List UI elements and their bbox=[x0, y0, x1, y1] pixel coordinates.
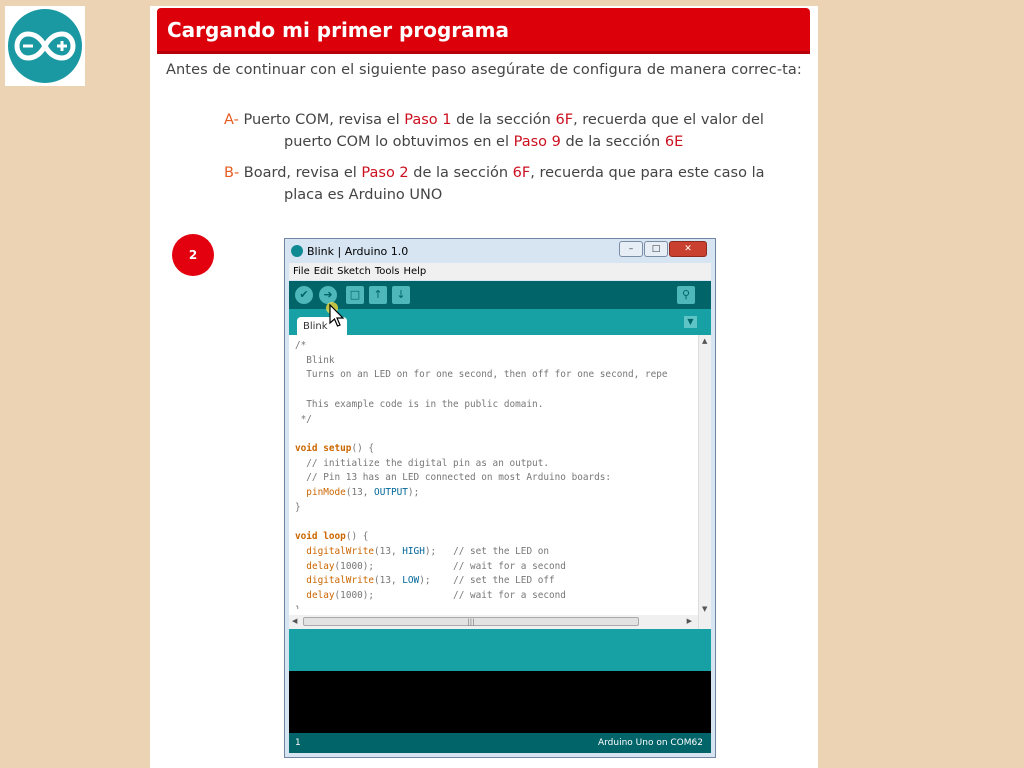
cursor-icon bbox=[326, 302, 345, 327]
close-button[interactable]: ✕ bbox=[669, 241, 707, 257]
scroll-left-icon[interactable]: ◀ bbox=[292, 617, 297, 625]
item-line-2: puerto COM lo obtuvimos en el Paso 9 de … bbox=[224, 131, 806, 153]
maximize-button[interactable]: □ bbox=[644, 241, 668, 257]
open-icon[interactable]: ↑ bbox=[369, 286, 387, 304]
window-title-text: Blink | Arduino 1.0 bbox=[307, 245, 409, 258]
intro-text: Antes de continuar con el siguiente paso… bbox=[166, 62, 802, 78]
item-highlight: 6E bbox=[664, 134, 684, 150]
item-text: de la sección bbox=[408, 165, 513, 181]
instruction-item-a: A- Puerto COM, revisa el Paso 1 de la se… bbox=[224, 109, 806, 153]
item-letter: A- bbox=[224, 112, 239, 128]
save-icon[interactable]: ↓ bbox=[392, 286, 410, 304]
step-number-badge: 2 bbox=[172, 234, 214, 276]
arduino-logo-icon bbox=[14, 31, 76, 61]
window-controls: – □ ✕ bbox=[618, 241, 707, 257]
tab-menu-icon[interactable]: ▼ bbox=[684, 316, 697, 328]
horizontal-scroll-thumb[interactable]: ||| bbox=[303, 617, 639, 626]
item-highlight: Paso 2 bbox=[361, 165, 409, 181]
message-area bbox=[289, 629, 711, 671]
arduino-app-icon bbox=[291, 245, 303, 257]
menu-bar: File Edit Sketch Tools Help bbox=[289, 263, 711, 280]
console-output bbox=[289, 671, 711, 733]
line-number: 1 bbox=[295, 738, 301, 748]
menu-help[interactable]: Help bbox=[403, 266, 426, 277]
minimize-button[interactable]: – bbox=[619, 241, 643, 257]
vertical-scrollbar[interactable]: ▲ ▼ bbox=[698, 335, 711, 629]
item-letter: B- bbox=[224, 165, 240, 181]
instruction-item-b: B- Board, revisa el Paso 2 de la sección… bbox=[224, 162, 806, 206]
menu-file[interactable]: File bbox=[293, 266, 310, 277]
lesson-title: Cargando mi primer programa bbox=[167, 18, 509, 42]
item-text: Board, revisa el bbox=[239, 165, 362, 181]
item-text: placa es Arduino UNO bbox=[284, 187, 443, 203]
scroll-up-icon[interactable]: ▲ bbox=[702, 337, 707, 345]
item-text: Puerto COM, revisa el bbox=[238, 112, 405, 128]
arduino-logo bbox=[5, 6, 85, 86]
item-highlight: 6F bbox=[555, 112, 574, 128]
horizontal-scrollbar[interactable]: ◀ ||| ▶ bbox=[289, 615, 698, 629]
scroll-down-icon[interactable]: ▼ bbox=[702, 605, 707, 613]
item-text: , recuerda que para este caso la bbox=[530, 165, 765, 181]
verify-icon[interactable]: ✔ bbox=[295, 286, 313, 304]
window-title: Blink | Arduino 1.0 bbox=[291, 243, 408, 261]
serial-monitor-icon[interactable]: ⚲ bbox=[677, 286, 695, 304]
item-highlight: 6F bbox=[512, 165, 531, 181]
board-port-status: Arduino Uno on COM62 bbox=[597, 738, 703, 748]
item-text: , recuerda que el valor del bbox=[573, 112, 764, 128]
item-highlight: Paso 1 bbox=[404, 112, 452, 128]
item-text: de la sección bbox=[451, 112, 556, 128]
menu-tools[interactable]: Tools bbox=[375, 266, 400, 277]
item-line-2: placa es Arduino UNO bbox=[224, 184, 806, 206]
arduino-ide-window: Blink | Arduino 1.0 – □ ✕ File Edit Sketch… bbox=[284, 238, 716, 758]
item-highlight: Paso 9 bbox=[513, 134, 561, 150]
title-bar: Cargando mi primer programa bbox=[157, 8, 810, 54]
item-text: puerto COM lo obtuvimos en el bbox=[284, 134, 514, 150]
code-editor[interactable]: /* Blink Turns on an LED on for one seco… bbox=[289, 335, 711, 629]
menu-edit[interactable]: Edit bbox=[314, 266, 333, 277]
item-text: de la sección bbox=[560, 134, 665, 150]
code-text: /* Blink Turns on an LED on for one seco… bbox=[295, 340, 668, 609]
menu-sketch[interactable]: Sketch bbox=[337, 266, 371, 277]
status-bar: 1 Arduino Uno on COM62 bbox=[289, 733, 711, 753]
scroll-right-icon[interactable]: ▶ bbox=[687, 617, 692, 625]
